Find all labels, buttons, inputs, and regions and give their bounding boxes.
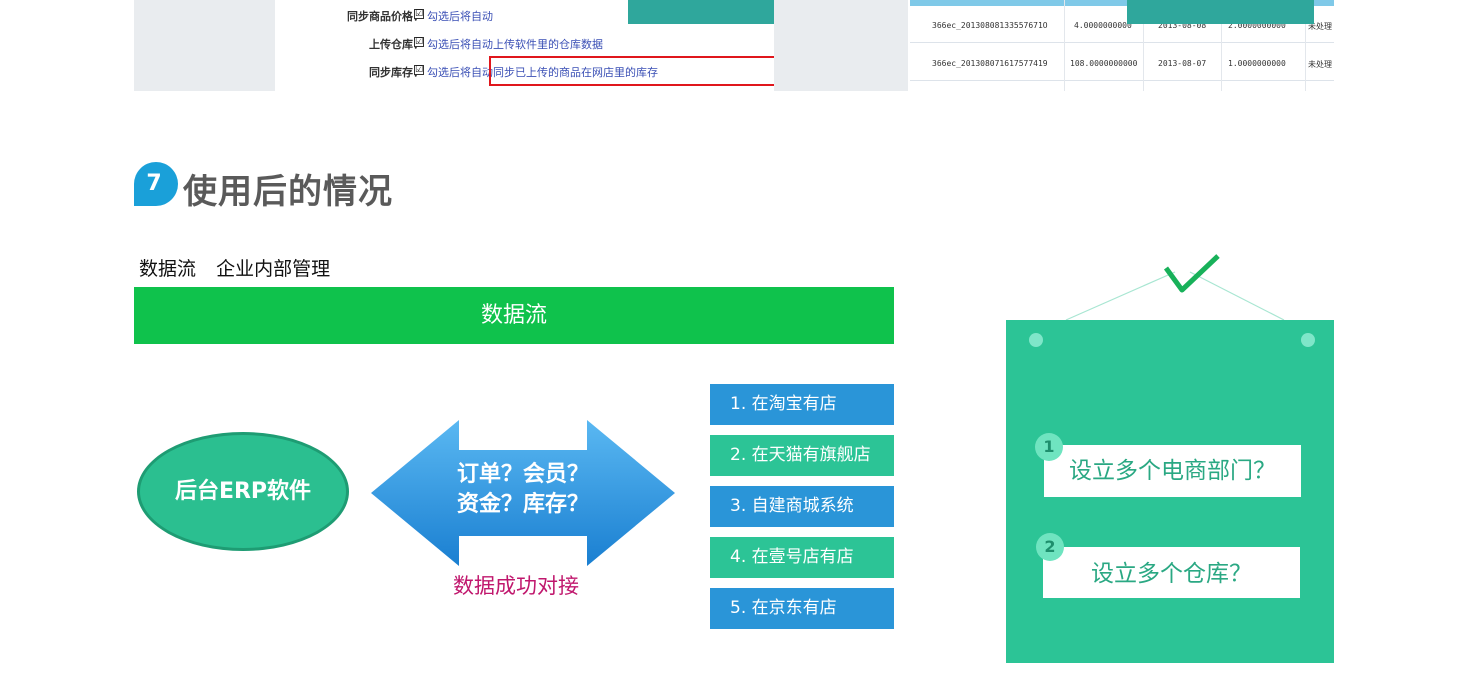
table-cell-id: 366ec_20130808133557671O	[932, 21, 1048, 30]
page: 同步商品价格： ☑ 勾选后将自动 对手 上传仓库： ☑ 勾选后将自动上传软件里的…	[0, 0, 1467, 691]
table-cell-qty: 108.0000000000	[1070, 59, 1138, 68]
table-cell-num: 1.0000000000	[1228, 59, 1286, 68]
table-column-divider	[1064, 0, 1065, 91]
config-panel: 同步商品价格： ☑ 勾选后将自动 对手 上传仓库： ☑ 勾选后将自动上传软件里的…	[275, 0, 815, 91]
table-cell-id: 366ec_20130807161757741​9	[932, 59, 1048, 68]
config-row-upload-warehouse: 上传仓库： ☑ 勾选后将自动上传软件里的仓库数据	[275, 33, 774, 53]
table-row: 366ec_20130807161757741​9 108.0000000000…	[910, 45, 1334, 81]
question-text: 设立多个电商部门？	[1069, 458, 1276, 484]
question-number-1: 1	[1035, 433, 1063, 461]
checkbox[interactable]: ☑	[414, 9, 424, 19]
store-item: 4. 在壹号店有店	[710, 537, 894, 578]
highlight-box	[489, 56, 809, 86]
data-flow-banner: 数据流	[134, 287, 894, 344]
question-number-2: 2	[1036, 533, 1064, 561]
checkbox[interactable]: ☑	[414, 65, 424, 75]
config-label: 同步商品价格：	[347, 10, 424, 23]
question-board: 设立多个电商部门？ 1 设立多个仓库？ 2	[1006, 320, 1334, 663]
arrow-label-line1: 订单？会员？	[456, 462, 589, 487]
redaction-mask	[1127, 0, 1314, 24]
arrow-label: 订单？会员？ 资金？库存？	[371, 460, 675, 520]
table-cell-qty: 4.0000000000	[1074, 21, 1132, 30]
config-text: 勾选后将自动上传软件里的仓库数据	[427, 38, 603, 51]
table-cell-date: 2013-08-07	[1158, 59, 1207, 68]
erp-ellipse: 后台ERP软件	[137, 432, 349, 551]
config-screenshot: 同步商品价格： ☑ 勾选后将自动 对手 上传仓库： ☑ 勾选后将自动上传软件里的…	[134, 0, 815, 91]
order-table-screenshot: 366ec_20130808133557671O 4.0000000000 20…	[774, 0, 1334, 91]
section-number-badge: 7	[134, 162, 178, 206]
checkbox[interactable]: ☑	[414, 37, 424, 47]
question-text: 设立多个仓库？	[1091, 561, 1252, 587]
pin-icon	[1029, 333, 1043, 347]
double-arrow: 订单？会员？ 资金？库存？	[371, 420, 675, 566]
question-card-2: 设立多个仓库？	[1043, 547, 1300, 598]
pin-icon	[1301, 333, 1315, 347]
section-title: 使用后的情况	[183, 172, 393, 212]
store-item: 1. 在淘宝有店	[710, 384, 894, 425]
tab-data-flow[interactable]: 数据流	[139, 254, 196, 281]
hanging-string-icon	[1065, 254, 1285, 321]
store-item: 2. 在天猫有旗舰店	[710, 435, 894, 476]
tab-internal-management[interactable]: 企业内部管理	[216, 254, 330, 281]
store-item: 3. 自建商城系统	[710, 486, 894, 527]
table-sidebar	[774, 0, 908, 91]
config-text: 勾选后将自动	[427, 10, 493, 23]
table-cell-status: 未处理	[1308, 60, 1332, 69]
arrow-label-line2: 资金？库存？	[456, 492, 589, 517]
question-card-1: 设立多个电商部门？	[1044, 445, 1301, 497]
store-item: 5. 在京东有店	[710, 588, 894, 629]
tab-bar: 数据流 企业内部管理	[139, 254, 344, 281]
arrow-caption: 数据成功对接	[453, 574, 579, 598]
section-number: 7	[146, 171, 162, 196]
